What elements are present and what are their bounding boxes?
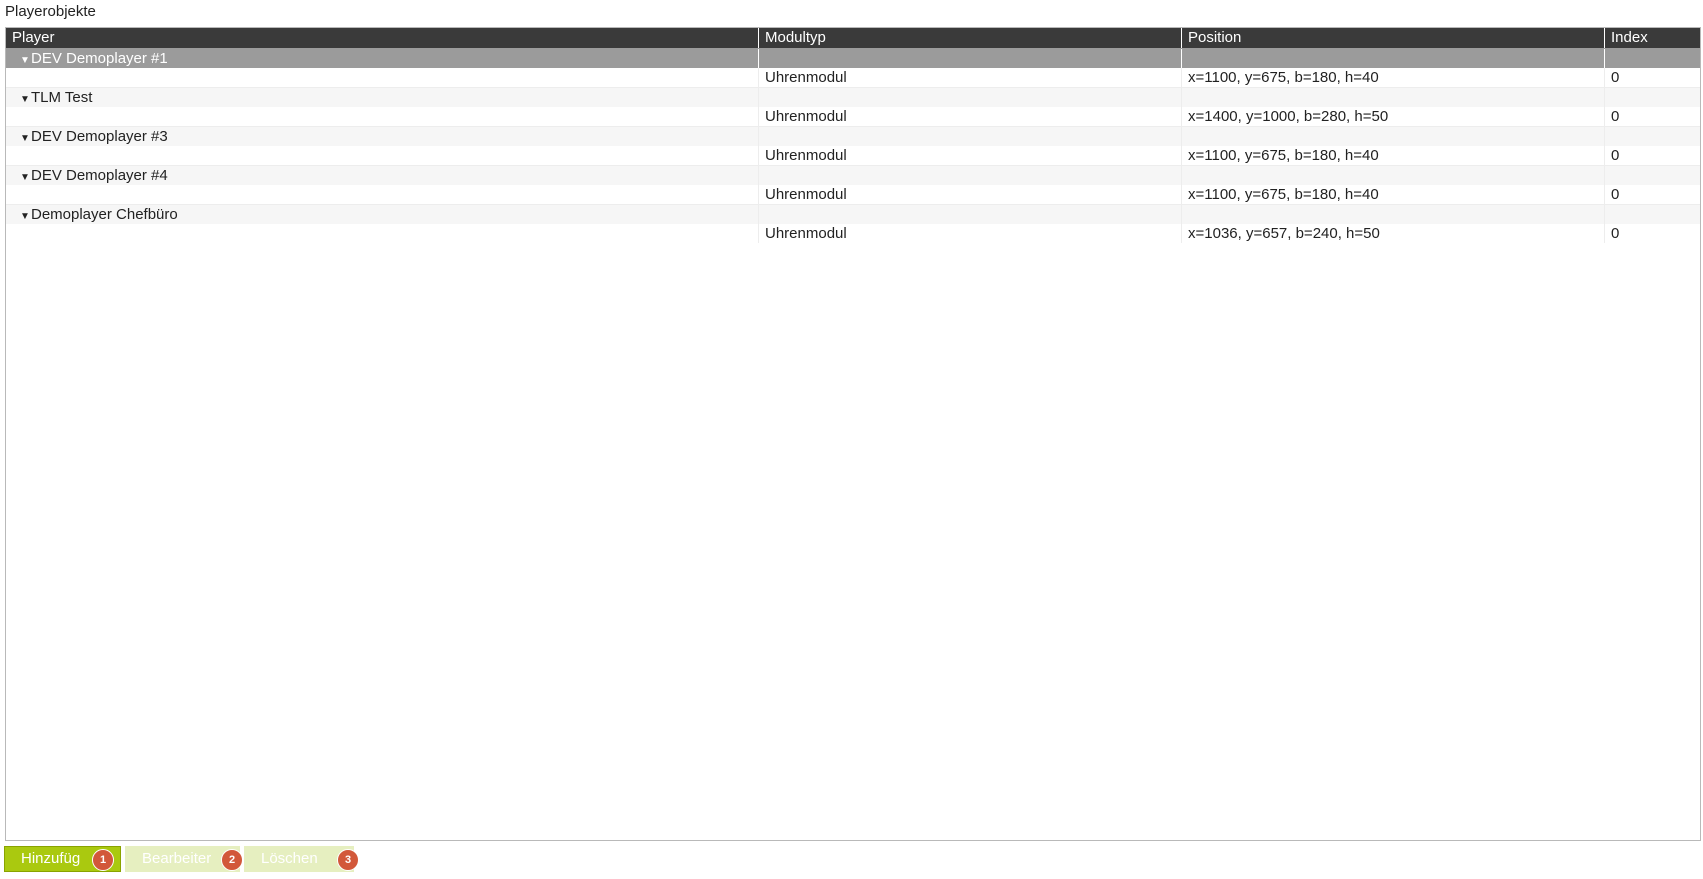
cell-position: x=1100, y=675, b=180, h=40 bbox=[1182, 185, 1605, 204]
group-row[interactable]: ▼ Demoplayer Chefbüro bbox=[6, 204, 1700, 224]
group-name: DEV Demoplayer #4 bbox=[31, 167, 168, 184]
group-name: DEV Demoplayer #1 bbox=[31, 50, 168, 67]
table-row[interactable]: Uhrenmodul x=1036, y=657, b=240, h=50 0 bbox=[6, 224, 1700, 243]
add-button-label: Hinzufüg bbox=[21, 850, 81, 867]
group-cell-index bbox=[1605, 205, 1700, 224]
cell-index: 0 bbox=[1611, 186, 1620, 203]
cell-player bbox=[6, 68, 759, 87]
group-name: TLM Test bbox=[31, 89, 93, 106]
expand-toggle-icon[interactable]: ▼ bbox=[20, 166, 30, 185]
add-button[interactable]: Hinzufüg 1 bbox=[4, 846, 121, 872]
group-cell-position bbox=[1182, 88, 1605, 107]
group-row[interactable]: ▼ DEV Demoplayer #1 bbox=[6, 48, 1700, 68]
add-button-badge: 1 bbox=[92, 849, 114, 871]
group-cell-position bbox=[1182, 49, 1605, 68]
group-cell-position bbox=[1182, 205, 1605, 224]
cell-player bbox=[6, 146, 759, 165]
table-row[interactable]: Uhrenmodul x=1400, y=1000, b=280, h=50 0 bbox=[6, 107, 1700, 126]
cell-index: 0 bbox=[1611, 69, 1620, 86]
group-name: DEV Demoplayer #3 bbox=[31, 128, 168, 145]
group-cell-index bbox=[1605, 49, 1700, 68]
cell-position: x=1400, y=1000, b=280, h=50 bbox=[1182, 107, 1605, 126]
group-cell-modultyp bbox=[759, 205, 1182, 224]
group-label[interactable]: ▼ DEV Demoplayer #1 bbox=[6, 49, 759, 68]
group-cell-modultyp bbox=[759, 49, 1182, 68]
column-header-modultyp[interactable]: Modultyp bbox=[759, 28, 1182, 48]
button-bar: Hinzufüg 1 Bearbeiter 2 Löschen 3 bbox=[4, 846, 359, 872]
group-label[interactable]: ▼ DEV Demoplayer #4 bbox=[6, 166, 759, 185]
group-cell-modultyp bbox=[759, 166, 1182, 185]
group-cell-index bbox=[1605, 166, 1700, 185]
cell-index: 0 bbox=[1611, 147, 1620, 164]
group-cell-index bbox=[1605, 88, 1700, 107]
edit-button-label: Bearbeiter bbox=[142, 850, 212, 867]
table-row[interactable]: Uhrenmodul x=1100, y=675, b=180, h=40 0 bbox=[6, 185, 1700, 204]
cell-position: x=1100, y=675, b=180, h=40 bbox=[1182, 68, 1605, 87]
group-row[interactable]: ▼ TLM Test bbox=[6, 87, 1700, 107]
column-header-position[interactable]: Position bbox=[1182, 28, 1605, 48]
expand-toggle-icon[interactable]: ▼ bbox=[20, 205, 30, 224]
table-row[interactable]: Uhrenmodul x=1100, y=675, b=180, h=40 0 bbox=[6, 146, 1700, 165]
group-cell-position bbox=[1182, 127, 1605, 146]
delete-button-label: Löschen bbox=[261, 850, 318, 867]
column-header-index[interactable]: Index bbox=[1605, 28, 1700, 48]
group-cell-index bbox=[1605, 127, 1700, 146]
page: Playerobjekte Player Modultyp Position I… bbox=[0, 0, 1703, 879]
section-title: Playerobjekte bbox=[5, 3, 96, 20]
edit-button[interactable]: Bearbeiter 2 bbox=[125, 846, 243, 872]
cell-modultyp: Uhrenmodul bbox=[759, 107, 1182, 126]
expand-toggle-icon[interactable]: ▼ bbox=[20, 49, 30, 68]
cell-position: x=1036, y=657, b=240, h=50 bbox=[1182, 224, 1605, 243]
group-name: Demoplayer Chefbüro bbox=[31, 206, 178, 223]
cell-player bbox=[6, 185, 759, 204]
grid-header: Player Modultyp Position Index bbox=[6, 28, 1700, 48]
grid-body: ▼ DEV Demoplayer #1 Uhrenmodul x=1100, y… bbox=[6, 48, 1700, 243]
cell-modultyp: Uhrenmodul bbox=[759, 68, 1182, 87]
cell-modultyp: Uhrenmodul bbox=[759, 185, 1182, 204]
group-label[interactable]: ▼ TLM Test bbox=[6, 88, 759, 107]
cell-index: 0 bbox=[1611, 225, 1620, 242]
group-cell-modultyp bbox=[759, 88, 1182, 107]
edit-button-badge: 2 bbox=[221, 849, 243, 871]
group-row[interactable]: ▼ DEV Demoplayer #4 bbox=[6, 165, 1700, 185]
cell-modultyp: Uhrenmodul bbox=[759, 146, 1182, 165]
group-cell-position bbox=[1182, 166, 1605, 185]
table-row[interactable]: Uhrenmodul x=1100, y=675, b=180, h=40 0 bbox=[6, 68, 1700, 87]
cell-player bbox=[6, 224, 759, 243]
cell-modultyp: Uhrenmodul bbox=[759, 224, 1182, 243]
cell-position: x=1100, y=675, b=180, h=40 bbox=[1182, 146, 1605, 165]
expand-toggle-icon[interactable]: ▼ bbox=[20, 88, 30, 107]
expand-toggle-icon[interactable]: ▼ bbox=[20, 127, 30, 146]
player-objects-grid[interactable]: Player Modultyp Position Index ▼ DEV Dem… bbox=[5, 27, 1701, 841]
cell-index: 0 bbox=[1611, 108, 1620, 125]
column-header-player[interactable]: Player bbox=[6, 28, 759, 48]
group-cell-modultyp bbox=[759, 127, 1182, 146]
group-label[interactable]: ▼ DEV Demoplayer #3 bbox=[6, 127, 759, 146]
group-row[interactable]: ▼ DEV Demoplayer #3 bbox=[6, 126, 1700, 146]
group-label[interactable]: ▼ Demoplayer Chefbüro bbox=[6, 205, 759, 224]
delete-button[interactable]: Löschen 3 bbox=[244, 846, 359, 872]
cell-player bbox=[6, 107, 759, 126]
delete-button-badge: 3 bbox=[337, 849, 359, 871]
